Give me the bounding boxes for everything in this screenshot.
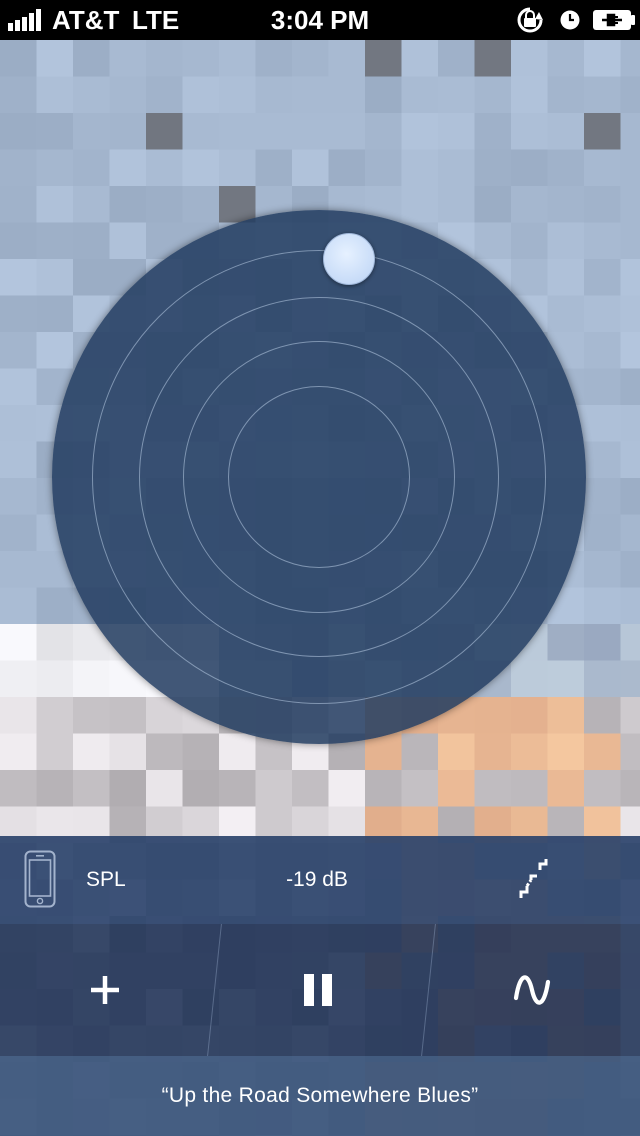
radar-display[interactable] <box>52 210 586 744</box>
waveform-button[interactable] <box>502 960 562 1020</box>
waveform-icon <box>513 975 551 1005</box>
rotation-lock-icon <box>517 7 543 33</box>
pause-button[interactable] <box>288 960 348 1020</box>
divider-right <box>421 924 436 1056</box>
scale-icon[interactable] <box>518 858 548 900</box>
divider-left <box>207 924 222 1056</box>
radar-knob-handle[interactable] <box>323 233 375 285</box>
add-icon <box>91 976 119 1004</box>
now-playing-title-bar[interactable]: “Up the Road Somewhere Blues” <box>0 1056 640 1136</box>
radar-ring-inner <box>228 386 410 568</box>
status-bar: AT&T LTE 3:04 PM <box>0 0 640 40</box>
battery-charging-icon <box>593 10 635 30</box>
meter-bar: SPL -19 dB <box>0 836 640 924</box>
alarm-icon <box>560 10 580 30</box>
pause-icon <box>304 974 332 1006</box>
song-title: “Up the Road Somewhere Blues” <box>161 1084 479 1107</box>
add-button[interactable] <box>75 960 135 1020</box>
